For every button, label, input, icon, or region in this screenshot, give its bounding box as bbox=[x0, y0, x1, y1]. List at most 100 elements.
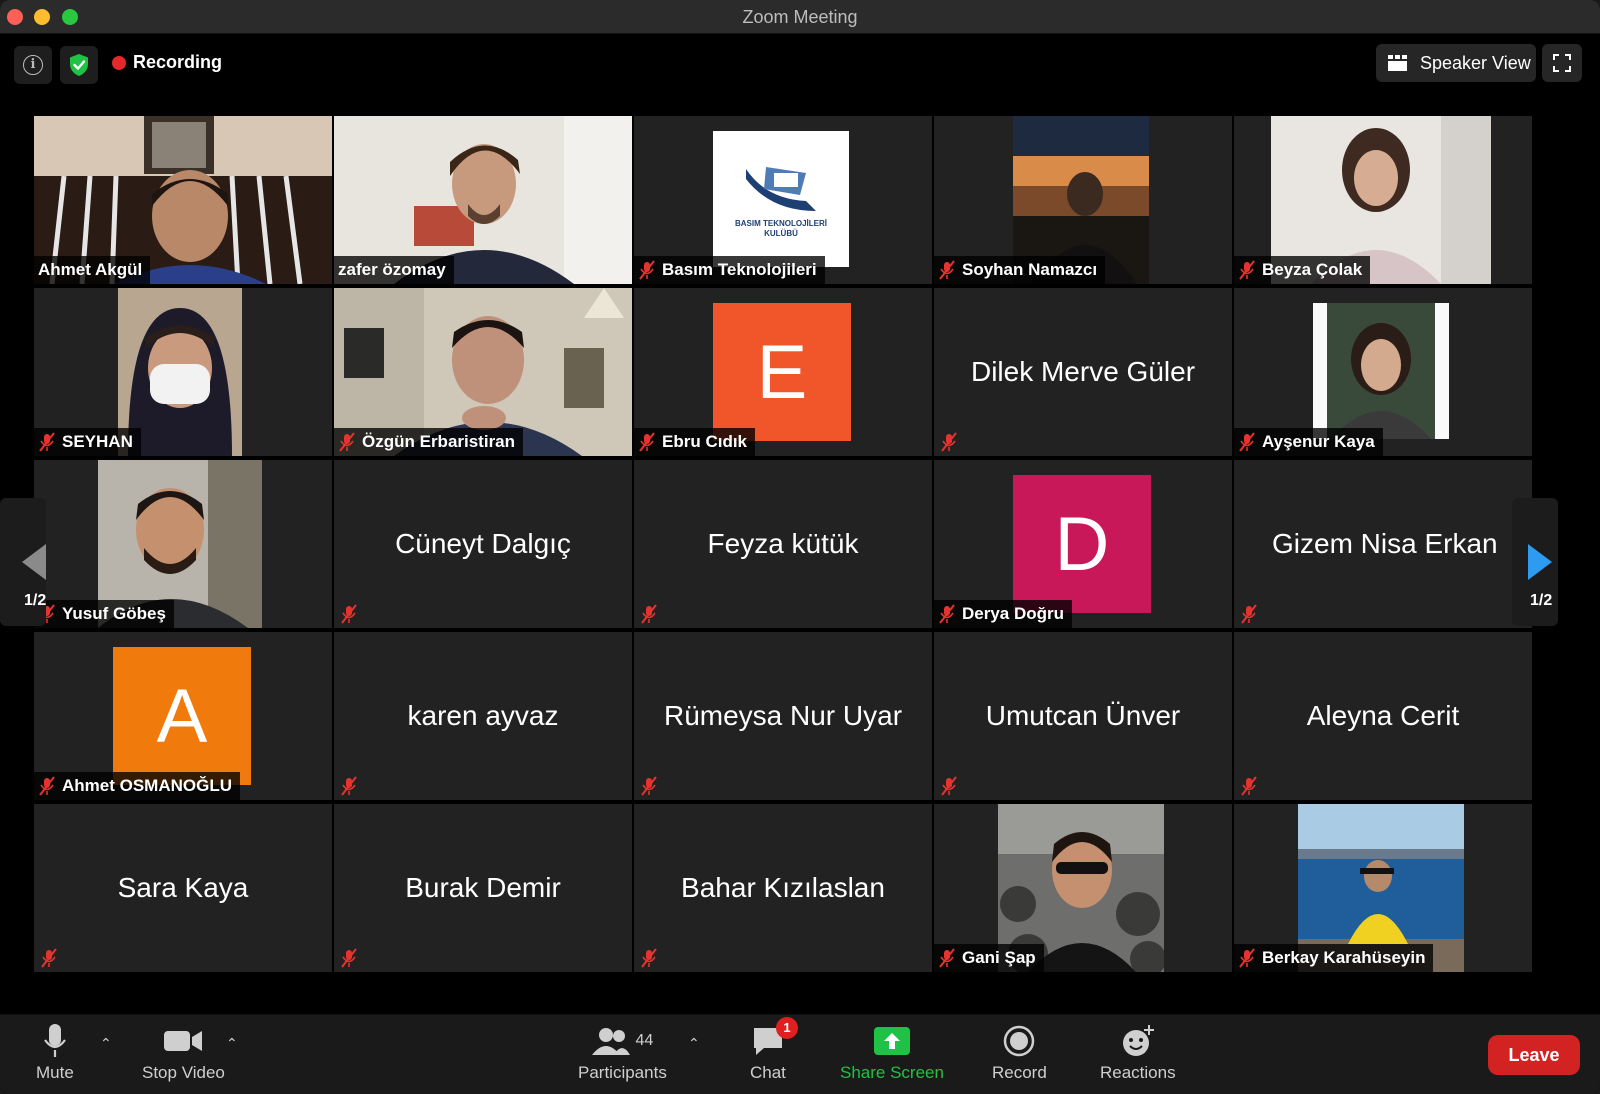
mic-muted-icon bbox=[939, 604, 955, 624]
share-screen-button[interactable]: Share Screen bbox=[840, 1023, 944, 1083]
participants-button[interactable]: 44 Participants bbox=[578, 1023, 667, 1083]
participant-tile[interactable]: Ayşenur Kaya bbox=[1234, 288, 1532, 456]
participant-tile[interactable]: zafer özomay bbox=[334, 116, 632, 284]
participant-tile[interactable]: A Ahmet OSMANOĞLU bbox=[34, 632, 332, 800]
participant-name-label: SEYHAN bbox=[34, 428, 141, 456]
mic-muted-icon bbox=[341, 948, 357, 968]
participant-tile[interactable]: Özgün Erbaristiran bbox=[334, 288, 632, 456]
grid-view-icon bbox=[1388, 55, 1407, 71]
fullscreen-icon bbox=[1553, 54, 1571, 72]
participant-display-name: Dilek Merve Güler bbox=[970, 356, 1196, 387]
participant-display-name: Burak Demir bbox=[405, 872, 561, 903]
stop-video-label: Stop Video bbox=[142, 1063, 225, 1082]
mic-muted-indicator bbox=[336, 946, 362, 970]
mic-muted-icon bbox=[341, 776, 357, 796]
participant-avatar: A bbox=[113, 647, 251, 785]
microphone-icon bbox=[43, 1024, 66, 1057]
participant-name: Derya Doğru bbox=[962, 604, 1065, 623]
participant-tile[interactable]: Soyhan Namazcı bbox=[934, 116, 1232, 284]
video-options-chevron-up-icon[interactable]: ⌃ bbox=[226, 1035, 238, 1052]
participant-tile[interactable]: Aleyna Cerit bbox=[1234, 632, 1532, 800]
record-button[interactable]: Record bbox=[992, 1023, 1047, 1083]
participant-tile[interactable]: Dilek Merve Güler bbox=[934, 288, 1232, 456]
recording-indicator[interactable]: Recording bbox=[112, 52, 222, 73]
participant-tile[interactable]: Gizem Nisa Erkan bbox=[1234, 460, 1532, 628]
chat-button[interactable]: 1 Chat bbox=[750, 1017, 798, 1083]
mic-muted-icon bbox=[939, 948, 955, 968]
mic-muted-icon bbox=[641, 948, 657, 968]
participant-name: Ebru Cıdık bbox=[662, 432, 748, 451]
participant-video-image bbox=[1313, 303, 1449, 439]
participant-name: SEYHAN bbox=[62, 432, 133, 451]
arrow-left-icon bbox=[22, 544, 46, 580]
participant-name-label: Ahmet OSMANOĞLU bbox=[34, 772, 240, 800]
title-bar: Zoom Meeting bbox=[0, 0, 1600, 34]
participant-name-label: Özgün Erbaristiran bbox=[334, 428, 524, 456]
mic-muted-indicator bbox=[936, 774, 962, 798]
fullscreen-button[interactable] bbox=[1542, 44, 1582, 82]
mute-button[interactable]: Mute bbox=[36, 1023, 74, 1083]
speaker-view-button[interactable]: Speaker View bbox=[1376, 44, 1536, 82]
mic-muted-icon bbox=[641, 776, 657, 796]
participant-tile[interactable]: Ahmet Akgül bbox=[34, 116, 332, 284]
participant-name-label: Ahmet Akgül bbox=[34, 256, 151, 284]
mic-muted-icon bbox=[39, 776, 55, 796]
participant-name: zafer özomay bbox=[338, 260, 446, 279]
mic-muted-icon bbox=[1241, 604, 1257, 624]
mic-muted-icon bbox=[1241, 776, 1257, 796]
participant-name: Yusuf Göbeş bbox=[62, 604, 166, 623]
participant-tile[interactable]: Sara Kaya bbox=[34, 804, 332, 972]
club-logo: BASIM TEKNOLOJİLERİ KULÜBÜ bbox=[713, 131, 849, 267]
participants-options-chevron-up-icon[interactable]: ⌃ bbox=[688, 1035, 700, 1052]
record-label: Record bbox=[992, 1063, 1047, 1082]
participant-display-name: Umutcan Ünver bbox=[985, 700, 1181, 731]
avatar-initial: A bbox=[156, 673, 208, 759]
reactions-button[interactable]: Reactions bbox=[1100, 1023, 1176, 1083]
mic-muted-icon bbox=[941, 776, 957, 796]
participant-name: Soyhan Namazcı bbox=[962, 260, 1098, 279]
mic-muted-indicator bbox=[1236, 774, 1262, 798]
previous-page-button[interactable]: 1/2 bbox=[0, 498, 46, 626]
participant-count: 44 bbox=[635, 1032, 654, 1049]
chat-label: Chat bbox=[750, 1063, 786, 1082]
stop-video-button[interactable]: Stop Video bbox=[142, 1023, 225, 1083]
next-page-button[interactable]: 1/2 bbox=[1512, 498, 1558, 626]
participant-tile[interactable]: Gani Şap bbox=[934, 804, 1232, 972]
info-icon: i bbox=[23, 55, 43, 75]
participant-name: Basım Teknolojileri bbox=[662, 260, 817, 279]
participant-tile[interactable]: Umutcan Ünver bbox=[934, 632, 1232, 800]
participant-tile[interactable]: Beyza Çolak bbox=[1234, 116, 1532, 284]
mic-muted-indicator bbox=[336, 774, 362, 798]
participant-tile[interactable]: Bahar Kızılaslan bbox=[634, 804, 932, 972]
participant-tile[interactable]: Burak Demir bbox=[334, 804, 632, 972]
participant-name-label: Gani Şap bbox=[934, 944, 1044, 972]
participant-name-label: Basım Teknolojileri bbox=[634, 256, 825, 284]
leave-button[interactable]: Leave bbox=[1488, 1035, 1580, 1075]
mic-muted-icon bbox=[1239, 432, 1255, 452]
page-indicator-right: 1/2 bbox=[1530, 592, 1553, 609]
participant-tile[interactable]: Berkay Karahüseyin bbox=[1234, 804, 1532, 972]
participant-tile[interactable]: Feyza kütük bbox=[634, 460, 932, 628]
mic-muted-indicator bbox=[636, 602, 662, 626]
participant-tile[interactable]: karen ayvaz bbox=[334, 632, 632, 800]
meeting-toolbar: Mute ⌃ Stop Video ⌃ 44 Participants ⌃ 1 … bbox=[0, 1014, 1600, 1094]
participant-tile[interactable]: BASIM TEKNOLOJİLERİ KULÜBÜ Basım Teknolo… bbox=[634, 116, 932, 284]
participant-display-name: Sara Kaya bbox=[117, 872, 249, 903]
zoom-window: Zoom Meeting i Recording Speaker View Ah… bbox=[0, 0, 1600, 1094]
window-title: Zoom Meeting bbox=[742, 7, 858, 27]
participant-tile[interactable]: E Ebru Cıdık bbox=[634, 288, 932, 456]
participant-tile[interactable]: D Derya Doğru bbox=[934, 460, 1232, 628]
meeting-info-button[interactable]: i bbox=[14, 46, 52, 84]
participant-display-name: Gizem Nisa Erkan bbox=[1272, 528, 1498, 559]
participant-name: Berkay Karahüseyin bbox=[1262, 948, 1426, 967]
audio-options-chevron-up-icon[interactable]: ⌃ bbox=[100, 1035, 112, 1052]
participant-name: Özgün Erbaristiran bbox=[362, 432, 516, 451]
participant-tile[interactable]: SEYHAN bbox=[34, 288, 332, 456]
participant-name: Ahmet OSMANOĞLU bbox=[62, 776, 232, 795]
participant-tile[interactable]: Yusuf Göbeş bbox=[34, 460, 332, 628]
participant-tile[interactable]: Cüneyt Dalgıç bbox=[334, 460, 632, 628]
encryption-button[interactable] bbox=[60, 46, 98, 84]
participant-tile[interactable]: Rümeysa Nur Uyar bbox=[634, 632, 932, 800]
mic-muted-icon bbox=[639, 260, 655, 280]
meeting-top-bar: i Recording Speaker View bbox=[0, 34, 1600, 112]
